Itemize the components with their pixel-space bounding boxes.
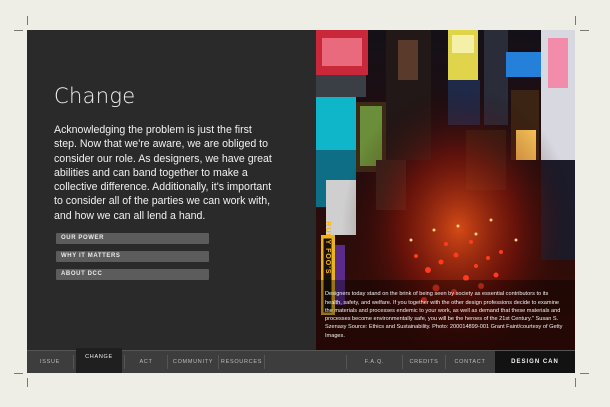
nav-act[interactable]: ACT bbox=[125, 351, 167, 373]
nav-divider bbox=[73, 355, 74, 369]
nav-contact[interactable]: CONTACT bbox=[446, 351, 494, 373]
crop-mark bbox=[14, 373, 23, 374]
nav-credits[interactable]: CREDITS bbox=[403, 351, 445, 373]
intro-paragraph: Acknowledging the problem is just the fi… bbox=[54, 124, 272, 222]
page-title: Change bbox=[54, 84, 136, 108]
design-can-change-logo[interactable]: DESIGN CAN 3DNAHƆ bbox=[495, 351, 575, 373]
ruby-foos-sign: RUBY FOO'S bbox=[324, 221, 331, 274]
nav-faq[interactable]: F.A.Q. bbox=[347, 351, 402, 373]
site-frame: Change Acknowledging the problem is just… bbox=[27, 30, 575, 373]
crop-mark bbox=[575, 378, 576, 387]
our-power-button[interactable]: OUR POWER bbox=[56, 233, 209, 244]
nav-change[interactable]: CHANGE bbox=[76, 348, 122, 373]
crop-mark bbox=[14, 30, 23, 31]
times-square-photo: RUBY FOO'S Designers today stand on the … bbox=[316, 30, 575, 350]
about-dcc-button[interactable]: ABOUT DCC bbox=[56, 269, 209, 280]
crop-mark bbox=[27, 16, 28, 25]
main-navigation: ISSUE CHANGE ACT COMMUNITY RESOURCES F.A… bbox=[27, 348, 575, 373]
why-it-matters-button[interactable]: WHY IT MATTERS bbox=[56, 251, 209, 262]
nav-issue[interactable]: ISSUE bbox=[27, 351, 73, 373]
crop-mark bbox=[580, 30, 589, 31]
crop-mark bbox=[27, 378, 28, 387]
crop-mark bbox=[575, 16, 576, 25]
photo-caption: Designers today stand on the brink of be… bbox=[325, 291, 563, 339]
content-panel: Change Acknowledging the problem is just… bbox=[27, 30, 316, 350]
crop-mark bbox=[580, 373, 589, 374]
nav-resources[interactable]: RESOURCES bbox=[219, 351, 264, 373]
nav-community[interactable]: COMMUNITY bbox=[168, 351, 218, 373]
nav-divider bbox=[264, 355, 265, 369]
